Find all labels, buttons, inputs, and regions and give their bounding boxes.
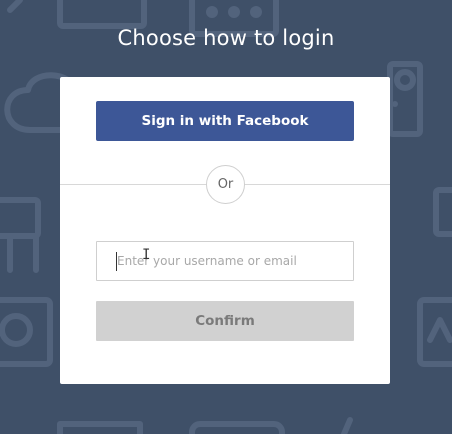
username-email-input[interactable] bbox=[96, 241, 354, 281]
text-caret bbox=[116, 252, 117, 271]
login-card: Sign in with Facebook Or I Confirm bbox=[60, 77, 390, 384]
confirm-button[interactable]: Confirm bbox=[96, 301, 354, 341]
or-separator: Or bbox=[206, 165, 245, 204]
text-ibeam-cursor-icon: I bbox=[142, 247, 151, 263]
page-title: Choose how to login bbox=[117, 26, 335, 50]
facebook-signin-button[interactable]: Sign in with Facebook bbox=[96, 101, 354, 141]
